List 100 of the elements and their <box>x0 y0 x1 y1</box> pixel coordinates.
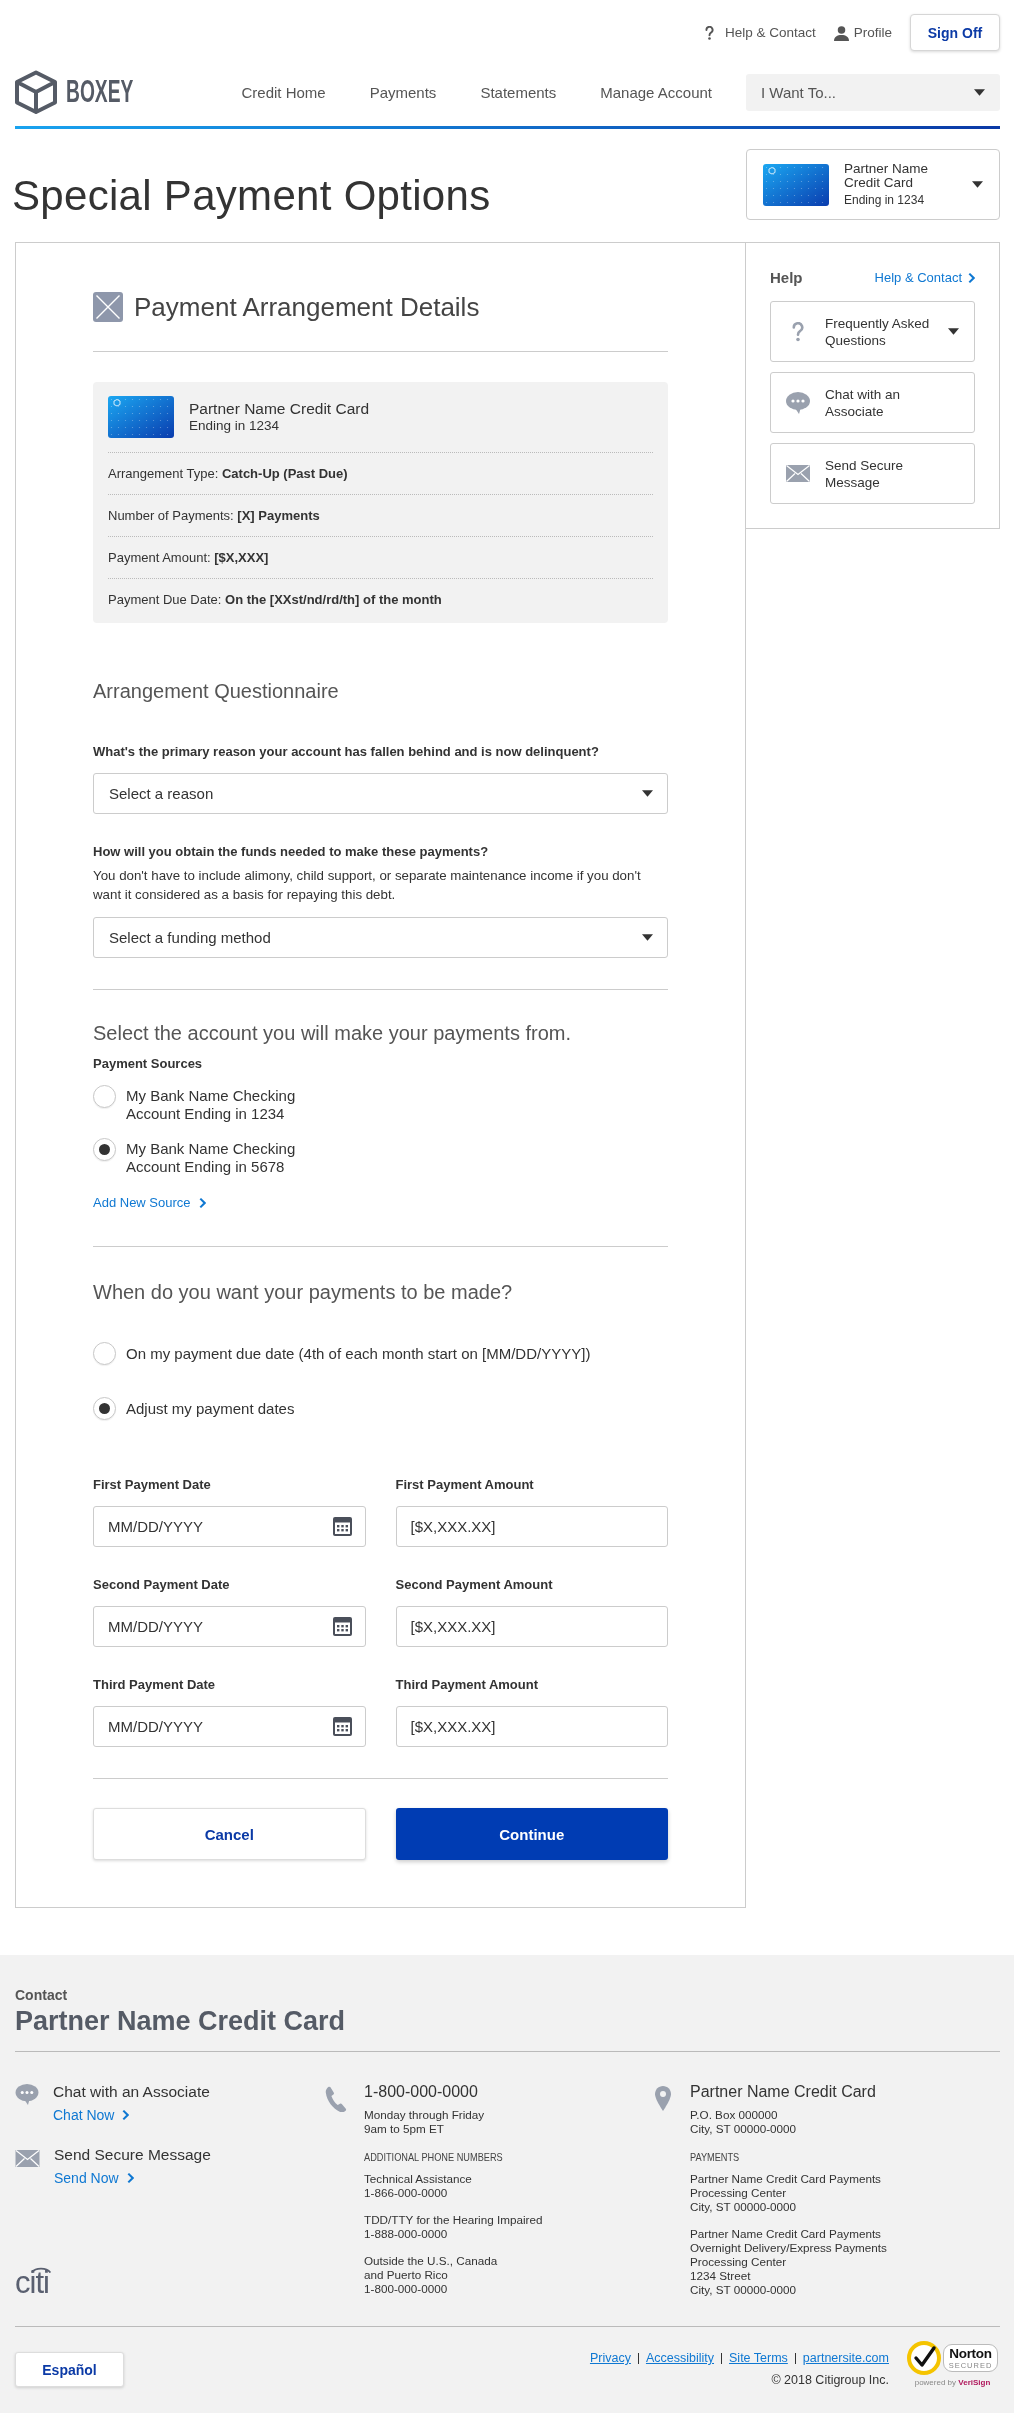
chat-bubble-icon <box>15 2084 39 2105</box>
footer-subheading: PAYMENTS <box>690 2150 740 2164</box>
question-note: You don't have to include alimony, child support, or separate maintenance income if you don't want it considered as a basis for repaying this debt. <box>93 867 642 904</box>
question-label: What's the primary reason your account has fallen behind and is now delinquent? <box>93 744 600 760</box>
summary-detail-text: Payment Amount: [$X,XXX] <box>108 550 269 565</box>
contact-channel-title: Send Secure Message <box>54 2145 211 2165</box>
caret-icon <box>974 88 985 96</box>
footer-link[interactable]: partnersite.com <box>802 2351 889 2365</box>
radio-label: My Bank Name Checking Account Ending in 1234 <box>126 1087 296 1123</box>
map-pin-icon <box>655 2086 671 2111</box>
field-label: First Payment Date <box>93 1477 212 1493</box>
person-icon <box>833 25 849 41</box>
help-title: Help <box>770 269 803 287</box>
chevron-icon <box>968 272 975 284</box>
card-name: Partner Name Credit Card <box>189 400 370 418</box>
phone-icon <box>325 2086 347 2112</box>
summary-detail-text: Number of Payments: [X] Payments <box>108 508 320 523</box>
footer-title: Partner Name Credit Card <box>15 2005 347 2038</box>
amount-input-field[interactable]: [$X,XXX.XX] <box>395 1606 668 1647</box>
field-label: Second Payment Amount <box>395 1577 554 1593</box>
help-item[interactable]: Send Secure Message <box>770 443 975 504</box>
radio-label: On my payment due date (4th of each month start on [MM/DD/YYYY]) <box>126 1344 591 1364</box>
radio-button[interactable] <box>93 1342 116 1365</box>
nav-link[interactable]: Manage Account <box>600 83 712 101</box>
utility-link[interactable]: Help & Contact <box>704 24 816 42</box>
contact-channel-title: Chat with an Associate <box>53 2082 210 2102</box>
section-heading: Select the account you will make your payments from. <box>93 1022 572 1044</box>
cancel-button[interactable]: Cancel <box>93 1808 366 1860</box>
card-selector[interactable]: Partner Name Credit Card Ending in 1234 <box>746 149 1000 220</box>
question-label: How will you obtain the funds needed to make these payments? <box>93 844 490 860</box>
chevron-icon <box>198 1197 206 1209</box>
section-title: Payment Arrangement Details <box>134 292 480 322</box>
nav-link[interactable]: Payments <box>369 83 437 101</box>
footer-label: Contact <box>15 1986 69 2004</box>
caret-icon <box>642 934 653 941</box>
caret-icon <box>642 790 653 797</box>
payment-address: Partner Name Credit Card Payments Processing Center City, ST 00000-0000 <box>690 2172 882 2214</box>
add-source-link[interactable]: Add New Source <box>93 1195 206 1211</box>
brand-name: BOXEY <box>66 76 134 108</box>
card-ending: Ending in 1234 <box>189 418 281 434</box>
utility-link[interactable]: Profile <box>833 24 892 42</box>
chevron-icon <box>126 2172 134 2184</box>
cube-icon <box>14 70 58 114</box>
mailing-name: Partner Name Credit Card <box>690 2082 877 2102</box>
chat-bubble-icon <box>786 391 810 414</box>
envelope-icon <box>15 2150 40 2167</box>
phone-number: 1-800-000-0000 <box>364 2082 479 2102</box>
language-button[interactable]: Español <box>15 2352 124 2387</box>
contact-link[interactable]: Chat Now <box>53 2107 130 2123</box>
summary-detail-text: Payment Due Date: On the [XXst/nd/rd/th] of the month <box>108 592 442 607</box>
radio-button[interactable] <box>93 1397 116 1420</box>
amount-input-field[interactable]: [$X,XXX.XX] <box>395 1506 668 1547</box>
envelope-icon <box>786 465 810 482</box>
section-heading: Arrangement Questionnaire <box>93 680 340 702</box>
section-heading: When do you want your payments to be made? <box>93 1281 514 1303</box>
amount-input-field[interactable]: [$X,XXX.XX] <box>395 1706 668 1747</box>
badge-caption: powered by VeriSign <box>914 2378 991 2388</box>
field-label: Third Payment Amount <box>395 1677 540 1693</box>
radio-button[interactable] <box>93 1085 116 1108</box>
date-input-field[interactable]: MM/DD/YYYY <box>93 1506 366 1547</box>
nav-link[interactable]: Credit Home <box>241 83 326 101</box>
date-input-field[interactable]: MM/DD/YYYY <box>93 1706 366 1747</box>
date-input-field[interactable]: MM/DD/YYYY <box>93 1606 366 1647</box>
footer-link[interactable]: Site Terms <box>729 2351 788 2365</box>
phone-entry: Technical Assistance 1-866-000-0000 <box>364 2172 473 2200</box>
radio-label: My Bank Name Checking Account Ending in 5678 <box>126 1140 296 1176</box>
footer-link[interactable]: Accessibility <box>645 2351 714 2365</box>
menu-dropdown[interactable]: I Want To... <box>746 73 1000 111</box>
field-label: Payment Sources <box>93 1056 204 1072</box>
checkmark-seal-icon <box>906 2341 941 2375</box>
question-mark-icon <box>792 321 804 342</box>
continue-button[interactable]: Continue <box>395 1808 668 1860</box>
mailing-address: P.O. Box 000000 City, ST 00000-0000 <box>690 2108 798 2136</box>
field-label: First Payment Amount <box>395 1477 535 1493</box>
select-dropdown[interactable]: Select a reason <box>93 773 668 814</box>
question-mark-icon <box>704 26 714 40</box>
help-contact-link[interactable]: Help & Contact <box>874 270 975 286</box>
page-title: Special Payment Options <box>12 172 491 220</box>
radio-button[interactable] <box>93 1138 116 1161</box>
chevron-icon <box>122 2109 130 2121</box>
select-dropdown[interactable]: Select a funding method <box>93 917 668 958</box>
payment-address: Partner Name Credit Card Payments Overnight Delivery/Express Payments Processing Center 1234 Street City, ST 00000-0000 <box>690 2227 887 2297</box>
sign-off-button[interactable]: Sign Off <box>910 14 1000 51</box>
office-hours: Monday through Friday 9am to 5pm ET <box>364 2108 486 2136</box>
help-item[interactable]: Chat with an Associate <box>770 372 975 433</box>
contact-link[interactable]: Send Now <box>54 2170 134 2186</box>
footer-subheading: ADDITIONAL PHONE NUMBERS <box>364 2150 503 2164</box>
field-label: Second Payment Date <box>93 1577 231 1593</box>
copyright-text: © 2018 Citigroup Inc. <box>771 2373 889 2387</box>
phone-entry: TDD/TTY for the Hearing Impaired 1-888-000-0000 <box>364 2213 543 2241</box>
footer-link[interactable]: Privacy <box>589 2351 631 2365</box>
phone-entry: Outside the U.S., Canada and Puerto Rico 1-800-000-0000 <box>364 2254 499 2296</box>
field-label: Third Payment Date <box>93 1677 217 1693</box>
brand-logo: citi <box>15 2271 50 2295</box>
radio-label: Adjust my payment dates <box>126 1399 295 1419</box>
nav-link[interactable]: Statements <box>480 83 557 101</box>
summary-detail-text: Arrangement Type: Catch-Up (Past Due) <box>108 466 348 481</box>
x-square-icon <box>93 292 123 322</box>
help-item[interactable]: Frequently Asked Questions <box>770 301 975 362</box>
caret-icon <box>948 328 959 335</box>
